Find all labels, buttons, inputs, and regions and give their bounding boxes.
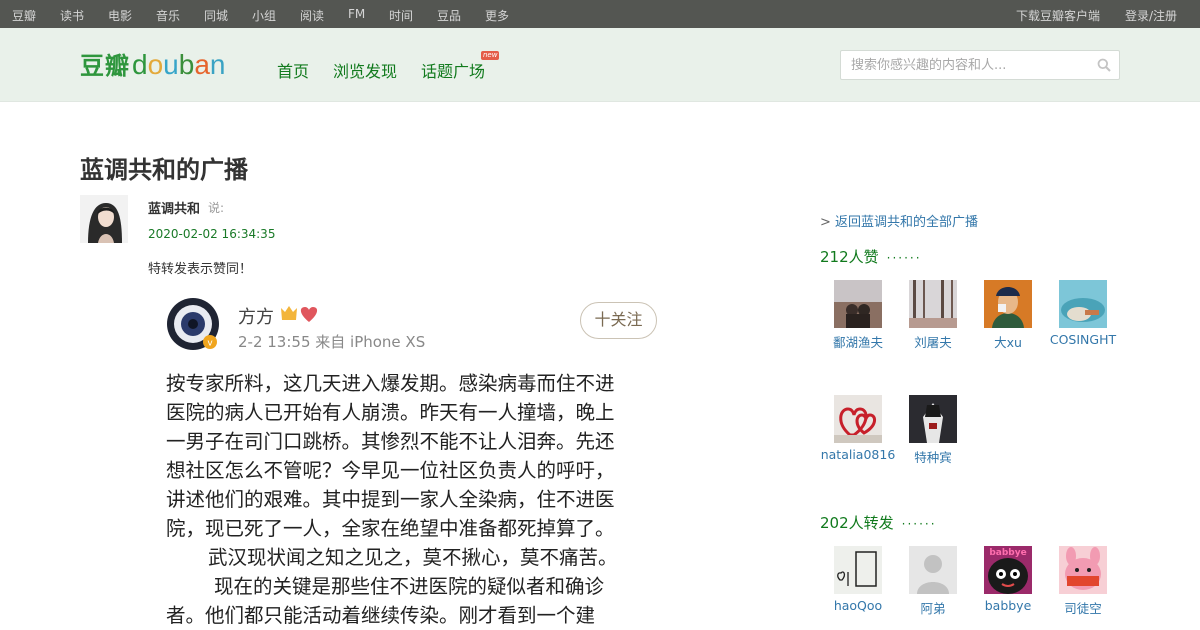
status-timestamp[interactable]: 2020-02-02 16:34:35	[148, 227, 275, 241]
reposts-section-title: 202人转发 ······	[820, 512, 937, 533]
liker-card[interactable]: 大xu	[968, 280, 1048, 351]
user-name[interactable]: COSINGHT	[1043, 332, 1123, 347]
user-name[interactable]: 大xu	[968, 332, 1048, 351]
search-box	[840, 50, 1120, 80]
logo-en: douban	[132, 49, 226, 80]
user-avatar[interactable]	[834, 395, 882, 443]
global-nav-douban[interactable]: 豆瓣	[12, 7, 36, 24]
user-name[interactable]: 司徒空	[1043, 598, 1123, 617]
svg-text:babbye: babbye	[989, 548, 1026, 558]
weibo-meta: 2-2 13:55 来自 iPhone XS	[238, 333, 426, 351]
douban-logo[interactable]: 豆瓣douban	[80, 46, 225, 81]
weibo-text-line: 现在的关键是那些住不进医院的疑似者和确诊	[214, 575, 605, 598]
likes-more-dots[interactable]: ······	[887, 251, 922, 265]
user-name[interactable]: 阿弟	[893, 598, 973, 617]
nav-home[interactable]: 首页	[277, 58, 309, 82]
user-name[interactable]: babbye	[968, 598, 1048, 613]
user-avatar[interactable]	[834, 280, 882, 328]
login-register-link[interactable]: 登录/注册	[1125, 7, 1177, 24]
user-name[interactable]: 鄱湖渔夫	[818, 332, 898, 351]
reposted-weibo-image[interactable]: v 方方 2-2 13:55 来自 iPhone XS 十关注 按专家所料，这几…	[148, 283, 678, 630]
user-avatar[interactable]	[834, 546, 882, 594]
user-avatar[interactable]	[1059, 280, 1107, 328]
user-avatar[interactable]: babbye	[984, 546, 1032, 594]
global-nav-movies[interactable]: 电影	[108, 7, 132, 24]
author-name[interactable]: 蓝调共和	[148, 198, 200, 217]
liker-card[interactable]: 鄱湖渔夫	[818, 280, 898, 351]
weibo-badges	[279, 304, 323, 328]
search-input[interactable]	[841, 51, 1081, 79]
liker-card[interactable]: COSINGHT	[1043, 280, 1123, 347]
logo-cn: 豆瓣	[80, 52, 130, 80]
author-avatar[interactable]	[80, 195, 128, 243]
user-name[interactable]: natalia0816	[818, 447, 898, 462]
weibo-text-line: 一男子在司门口跳桥。其惨烈不能不让人泪奔。先还	[166, 430, 615, 453]
liker-card[interactable]: 刘屠夫	[893, 280, 973, 351]
global-nav-read[interactable]: 阅读	[300, 7, 324, 24]
weibo-avatar: v	[167, 298, 219, 350]
reposter-card[interactable]: haoQoo	[818, 546, 898, 613]
global-nav-more[interactable]: 更多	[485, 7, 509, 24]
user-avatar[interactable]	[909, 280, 957, 328]
reposter-card[interactable]: 阿弟	[893, 546, 973, 617]
user-avatar[interactable]	[1059, 546, 1107, 594]
global-nav-books[interactable]: 读书	[60, 7, 84, 24]
global-nav-local[interactable]: 同城	[204, 7, 228, 24]
download-app-link[interactable]: 下载豆瓣客户端	[1016, 7, 1100, 24]
weibo-text-line: 院，现已死了一人，全家在绝望中准备都死掉算了。	[166, 517, 615, 540]
follow-button[interactable]: 十关注	[580, 302, 657, 339]
weibo-username: 方方	[238, 307, 274, 328]
svg-text:v: v	[207, 339, 213, 349]
search-icon[interactable]	[1097, 58, 1111, 72]
reposter-card[interactable]: babbye babbye	[968, 546, 1048, 613]
global-nav-market[interactable]: 豆品	[437, 7, 461, 24]
global-nav-music[interactable]: 音乐	[156, 7, 180, 24]
weibo-text-line: 武汉现状闻之知之见之，莫不揪心，莫不痛苦。	[208, 546, 618, 569]
global-nav-fm[interactable]: FM	[348, 7, 365, 21]
weibo-text-line: 讲述他们的艰难。其中提到一家人全染病，住不进医	[166, 488, 615, 511]
global-nav-time[interactable]: 时间	[389, 7, 413, 24]
liker-card[interactable]: 特种宾	[893, 395, 973, 466]
weibo-text-line: 医院的病人已开始有人崩溃。昨天有一人撞墙，晚上	[166, 401, 615, 424]
likes-section-title: 212人赞 ······	[820, 246, 922, 267]
user-avatar[interactable]	[909, 395, 957, 443]
weibo-text-line: 想社区怎么不管呢？今早见一位社区负责人的呼吁，	[166, 459, 615, 482]
reposts-more-dots[interactable]: ······	[902, 517, 937, 531]
user-avatar[interactable]	[984, 280, 1032, 328]
global-nav-groups[interactable]: 小组	[252, 7, 276, 24]
status-text: 特转发表示赞同！	[148, 262, 253, 277]
says-label: 说:	[208, 201, 225, 215]
user-name[interactable]: 刘屠夫	[893, 332, 973, 351]
likes-count[interactable]: 212人赞	[820, 248, 879, 266]
page-title: 蓝调共和的广播	[80, 156, 248, 184]
weibo-text-line: 按专家所料，这几天进入爆发期。感染病毒而住不进	[166, 372, 615, 395]
reposter-card[interactable]: 司徒空	[1043, 546, 1123, 617]
back-arrow: >	[820, 215, 831, 230]
user-name[interactable]: haoQoo	[818, 598, 898, 613]
global-nav: 豆瓣 读书 电影 音乐 同城 小组 阅读 FM 时间 豆品 更多 下载豆瓣客户端…	[0, 0, 1200, 28]
reposts-count[interactable]: 202人转发	[820, 514, 894, 532]
new-badge: new	[481, 51, 500, 60]
user-avatar[interactable]	[909, 546, 957, 594]
nav-topics[interactable]: 话题广场	[421, 58, 485, 82]
weibo-text-line: 者。他们都只能活动着继续传染。刚才看到一个建	[166, 604, 596, 627]
nav-explore[interactable]: 浏览发现	[333, 58, 397, 82]
site-header: 豆瓣douban 首页 浏览发现 话题广场 new	[0, 28, 1200, 102]
back-to-all-broadcasts[interactable]: > 返回蓝调共和的全部广播	[820, 211, 978, 230]
liker-card[interactable]: natalia0816	[818, 395, 898, 462]
back-link-label[interactable]: 返回蓝调共和的全部广播	[835, 215, 978, 230]
user-name[interactable]: 特种宾	[893, 447, 973, 466]
